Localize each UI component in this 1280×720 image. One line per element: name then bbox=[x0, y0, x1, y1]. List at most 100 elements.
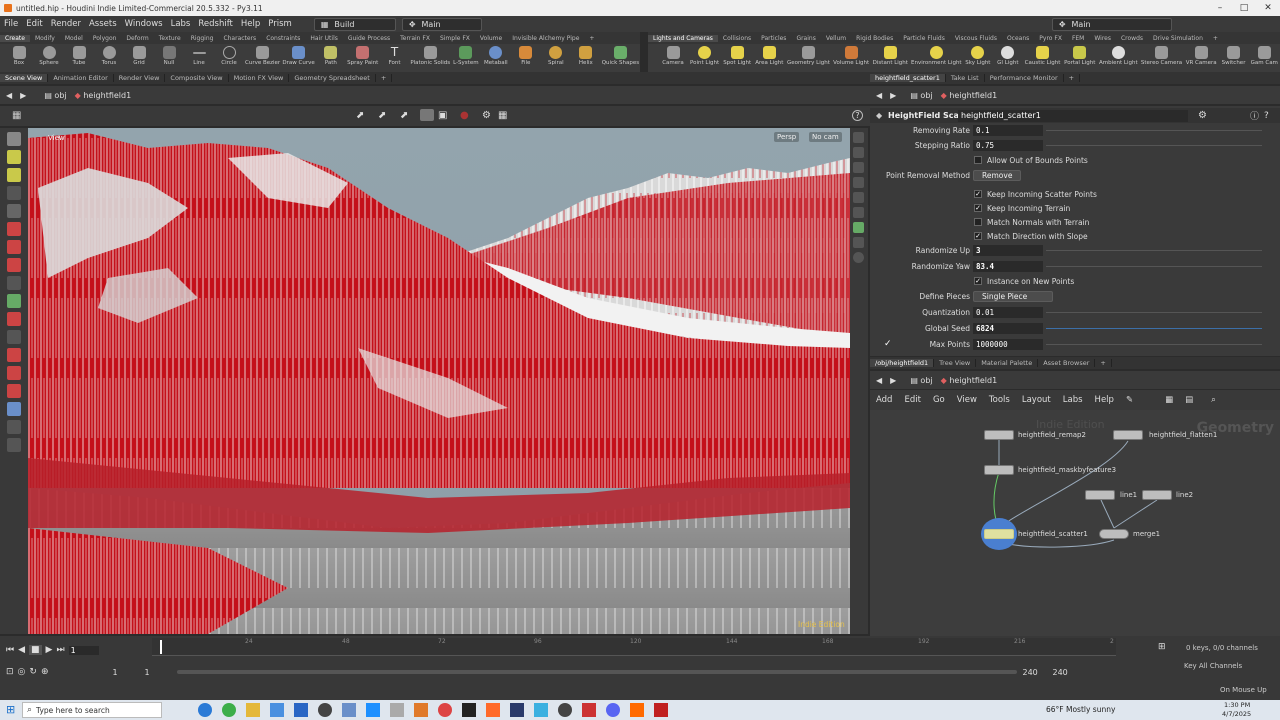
add-shelf-icon[interactable]: + bbox=[1208, 35, 1223, 42]
edge-icon[interactable] bbox=[198, 703, 212, 717]
path-node[interactable]: ◆ heightfield1 bbox=[941, 91, 998, 100]
main-selector[interactable]: ✥ Main bbox=[401, 17, 482, 31]
app-icon[interactable] bbox=[438, 703, 452, 717]
camera-menu[interactable]: No cam bbox=[809, 132, 842, 142]
tool-path[interactable]: Path bbox=[319, 44, 343, 66]
match-normals-checkbox[interactable] bbox=[974, 218, 982, 226]
display-points-icon[interactable] bbox=[853, 192, 864, 203]
tool-switcher[interactable]: Switcher bbox=[1222, 44, 1246, 66]
help-icon[interactable]: ? bbox=[852, 110, 863, 121]
stepping-ratio-slider[interactable] bbox=[1046, 145, 1262, 146]
tool-grid[interactable]: Grid bbox=[127, 44, 151, 66]
tab-render-view[interactable]: Render View bbox=[114, 74, 166, 82]
net-menu-layout[interactable]: Layout bbox=[1016, 395, 1057, 405]
shelf-tab[interactable]: Rigid Bodies bbox=[851, 35, 898, 42]
forward-icon[interactable]: ▶ bbox=[890, 376, 896, 385]
randomize-yaw-field[interactable]: 83.4 bbox=[973, 260, 1043, 272]
tool-gi-light[interactable]: GI Light bbox=[996, 44, 1020, 66]
net-menu-view[interactable]: View bbox=[951, 395, 983, 405]
wrench-icon[interactable]: ✎ bbox=[1120, 395, 1139, 405]
tool-volume-light[interactable]: Volume Light bbox=[833, 44, 869, 66]
close-button[interactable]: ✕ bbox=[1256, 0, 1280, 16]
shelf-tab[interactable]: Simple FX bbox=[435, 35, 475, 42]
desktop-selector[interactable]: ▦ Build bbox=[313, 17, 396, 31]
app-icon[interactable] bbox=[318, 703, 332, 717]
app-icon[interactable] bbox=[342, 703, 356, 717]
randomize-up-slider[interactable] bbox=[1046, 250, 1262, 251]
add-tab-icon[interactable]: + bbox=[376, 74, 393, 82]
forward-icon[interactable]: ▶ bbox=[890, 91, 896, 100]
jump-end-icon[interactable]: ⏭ bbox=[56, 645, 64, 655]
add-tab-icon[interactable]: + bbox=[1064, 74, 1081, 82]
app-icon[interactable] bbox=[366, 703, 380, 717]
match-dir-checkbox[interactable]: ✓ bbox=[974, 232, 982, 240]
tool-null[interactable]: Null bbox=[157, 44, 181, 66]
scale-icon[interactable] bbox=[7, 258, 21, 272]
realtime-icon[interactable]: ⊡ bbox=[6, 667, 14, 677]
shelf-tab[interactable]: FEM bbox=[1067, 35, 1089, 42]
tab-parameters[interactable]: heightfield_scatter1 bbox=[870, 74, 946, 82]
menu-file[interactable]: File bbox=[0, 19, 22, 29]
menu-prism[interactable]: Prism bbox=[264, 19, 296, 29]
ghost-icon[interactable] bbox=[853, 177, 864, 188]
net-menu-tools[interactable]: Tools bbox=[983, 395, 1016, 405]
node-heightfield-scatter1[interactable] bbox=[984, 529, 1014, 539]
record-icon[interactable]: ● bbox=[460, 110, 469, 121]
randomize-yaw-slider[interactable] bbox=[1046, 266, 1262, 267]
app-icon[interactable] bbox=[510, 703, 524, 717]
shelf-tab[interactable]: Hair Utils bbox=[305, 35, 342, 42]
shelf-tab[interactable]: Particles bbox=[756, 35, 791, 42]
global-seed-field[interactable]: 6824 bbox=[973, 322, 1043, 334]
net-menu-edit[interactable]: Edit bbox=[898, 395, 926, 405]
node-heightfield-remap2[interactable] bbox=[984, 430, 1014, 440]
range-slider[interactable] bbox=[176, 670, 1017, 674]
clock-time[interactable]: 1:30 PM bbox=[1224, 701, 1250, 709]
max-points-field[interactable]: 1000000 bbox=[973, 338, 1043, 350]
gear-icon[interactable]: ⚙ bbox=[1198, 110, 1207, 121]
node-line2[interactable] bbox=[1142, 490, 1172, 500]
clock-date[interactable]: 4/7/2025 bbox=[1222, 710, 1251, 718]
back-icon[interactable]: ◀ bbox=[876, 376, 882, 385]
node-name-field[interactable]: heightfield_scatter1 bbox=[958, 109, 1188, 122]
gear-icon[interactable]: ⚙ bbox=[482, 110, 491, 121]
tool-vr-camera[interactable]: VR Camera bbox=[1186, 44, 1217, 66]
app-icon[interactable] bbox=[486, 703, 500, 717]
path-obj[interactable]: ▤ obj bbox=[910, 91, 932, 100]
handle-icon[interactable] bbox=[7, 276, 21, 290]
shelf-tab[interactable]: Guide Process bbox=[343, 35, 395, 42]
start-icon[interactable]: ⊞ bbox=[6, 703, 15, 716]
playback-end-field[interactable]: 240 bbox=[1023, 668, 1049, 677]
tool-torus[interactable]: Torus bbox=[97, 44, 121, 66]
shelf-tab[interactable]: Vellum bbox=[821, 35, 851, 42]
tool-metaball[interactable]: Metaball bbox=[484, 44, 508, 66]
keep-terrain-checkbox[interactable]: ✓ bbox=[974, 204, 982, 212]
menu-windows[interactable]: Windows bbox=[121, 19, 167, 29]
select-tool-icon[interactable]: ⬈ bbox=[356, 110, 364, 121]
viewport-layout-icon[interactable]: ▣ bbox=[438, 110, 447, 121]
net-menu-go[interactable]: Go bbox=[927, 395, 951, 405]
shelf-tab[interactable]: Pyro FX bbox=[1034, 35, 1067, 42]
help-icon[interactable]: ? bbox=[1264, 111, 1269, 121]
path-obj[interactable]: ▤ obj bbox=[44, 91, 66, 100]
tab-performance-monitor[interactable]: Performance Monitor bbox=[985, 74, 1064, 82]
tool-l-system[interactable]: L-System bbox=[453, 44, 479, 66]
tab-motion-fx-view[interactable]: Motion FX View bbox=[229, 74, 290, 82]
discord-icon[interactable] bbox=[606, 703, 620, 717]
net-menu-labs[interactable]: Labs bbox=[1057, 395, 1089, 405]
minimize-button[interactable]: – bbox=[1208, 0, 1232, 16]
store-icon[interactable] bbox=[270, 703, 284, 717]
tool-spot-light[interactable]: Spot Light bbox=[723, 44, 751, 66]
net-menu-help[interactable]: Help bbox=[1089, 395, 1120, 405]
lock-icon[interactable] bbox=[7, 204, 21, 218]
menu-redshift[interactable]: Redshift bbox=[194, 19, 237, 29]
transform-tool-icon[interactable]: ⬈ bbox=[378, 110, 386, 121]
removing-rate-field[interactable]: 0.1 bbox=[973, 124, 1043, 136]
tool-sphere[interactable]: Sphere bbox=[37, 44, 61, 66]
search-icon[interactable]: ⌕ bbox=[1205, 395, 1222, 405]
tool-geometry-light[interactable]: Geometry Light bbox=[787, 44, 830, 66]
tool-gam-cam[interactable]: Gam Cam bbox=[1251, 44, 1278, 66]
magnet-2-icon[interactable] bbox=[7, 384, 21, 398]
path-node[interactable]: ◆ heightfield1 bbox=[941, 376, 998, 385]
menu-edit[interactable]: Edit bbox=[22, 19, 46, 29]
pose-icon[interactable] bbox=[7, 150, 21, 164]
